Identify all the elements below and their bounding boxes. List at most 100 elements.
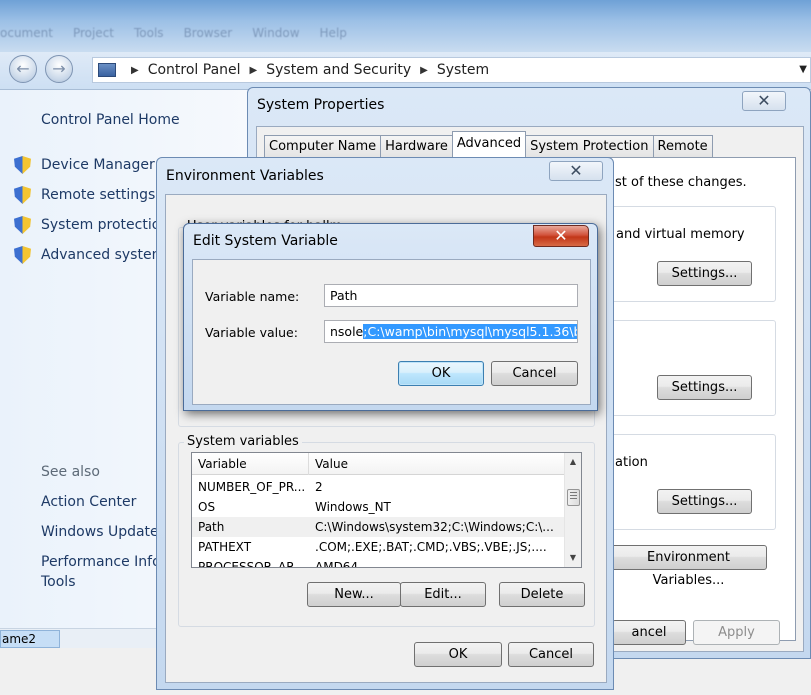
variable-cell: Path [198,520,225,534]
tab-hardware[interactable]: Hardware [380,135,453,157]
uac-shield-icon [14,246,31,264]
edit-system-variable-title: Edit System Variable [193,233,338,249]
scroll-up-arrow-icon[interactable]: ▲ [565,453,581,470]
scroll-down-arrow-icon[interactable]: ▼ [565,549,581,566]
system-properties-title: System Properties [257,97,385,113]
new-variable-button[interactable]: New... [307,582,401,607]
edit-system-variable-body: Variable name: Path Variable value: nsol… [192,259,591,405]
list-header: Variable Value [192,453,566,475]
system-variables-label: System variables [184,434,302,449]
system-properties-apply-button[interactable]: Apply [693,620,780,645]
table-row[interactable]: PATHEXT .COM;.EXE;.BAT;.CMD;.VBS;.VBE;.J… [192,537,566,557]
edit-variable-cancel-button[interactable]: Cancel [491,361,578,386]
startup-recovery-text: ation [615,455,648,470]
task-system-protection[interactable]: System protection [14,216,169,234]
variable-value-label: Variable value: [205,325,298,340]
tab-strip: Computer Name Hardware Advanced System P… [264,131,713,157]
address-field[interactable]: ▶ Control Panel ▶ System and Security ▶ … [92,57,811,83]
menu-item-browser[interactable]: Browser [184,26,233,46]
task-label: Remote settings [41,187,156,203]
performance-settings-button[interactable]: Settings... [657,261,752,286]
control-panel-menubar: ocument Project Tools Browser Window Hel… [0,26,811,46]
breadcrumb-control-panel[interactable]: Control Panel [148,62,241,78]
uac-shield-icon [14,216,31,234]
startup-settings-button[interactable]: Settings... [657,489,752,514]
forward-arrow-icon[interactable]: → [45,55,73,83]
see-also-performance-tools[interactable]: Tools [41,574,76,590]
performance-group [610,206,776,302]
variable-name-input[interactable]: Path [324,284,578,307]
column-header-value[interactable]: Value [309,453,566,475]
breadcrumb-separator-icon[interactable]: ▶ [420,65,428,76]
variable-value-selected-text: ;C:\wamp\bin\mysql\mysql5.1.36\bin [363,324,577,339]
value-cell: .COM;.EXE;.BAT;.CMD;.VBS;.VBE;.JS;.... [315,540,547,554]
task-remote-settings[interactable]: Remote settings [14,186,155,204]
user-profiles-group [610,320,776,416]
delete-variable-button[interactable]: Delete [499,582,585,607]
tab-system-protection[interactable]: System Protection [525,135,654,157]
uac-shield-icon [14,186,31,204]
variable-value-text: nsole [330,324,364,339]
value-cell: AMD64 [315,560,359,568]
scroll-thumb[interactable] [567,489,580,506]
chevron-down-icon[interactable]: ▼ [799,64,807,75]
see-also-heading: See also [41,464,100,480]
variable-cell: PROCESSOR_AR... [198,560,306,568]
control-panel-home-link[interactable]: Control Panel Home [41,112,180,128]
value-cell: 2 [315,480,323,494]
breadcrumb-separator-icon[interactable]: ▶ [250,65,258,76]
breadcrumb-system[interactable]: System [437,62,489,78]
variable-cell: NUMBER_OF_PR... [198,480,306,494]
variable-cell: OS [198,500,216,514]
close-icon[interactable]: ✕ [533,225,589,247]
variable-cell: PATHEXT [198,540,252,554]
table-row[interactable]: OS Windows_NT [192,497,566,517]
variable-name-label: Variable name: [205,289,300,304]
menu-item-tools[interactable]: Tools [134,26,164,46]
close-icon[interactable]: ✕ [742,91,786,111]
computer-icon [98,63,116,77]
breadcrumb-system-and-security[interactable]: System and Security [266,62,411,78]
edit-system-variable-dialog: Edit System Variable ✕ Variable name: Pa… [183,223,598,411]
menu-item-project[interactable]: Project [73,26,114,46]
admin-notice-text: st of these changes. [615,175,747,190]
system-properties-cancel-button[interactable]: ancel [612,620,686,645]
environment-variables-button[interactable]: Environment Variables... [610,545,767,588]
tab-remote[interactable]: Remote [652,135,713,157]
see-also-performance-info[interactable]: Performance Info [41,554,161,570]
value-cell: Windows_NT [315,500,391,514]
tab-advanced[interactable]: Advanced [451,131,527,157]
variable-value-input[interactable]: nsole;C:\wamp\bin\mysql\mysql5.1.36\bin [324,320,578,343]
table-row[interactable]: PROCESSOR_AR... AMD64 [192,557,566,568]
task-label: Device Manager [41,157,155,173]
environment-variables-cancel-button[interactable]: Cancel [508,642,594,667]
see-also-action-center[interactable]: Action Center [41,494,136,510]
performance-text: and virtual memory [616,227,745,242]
startup-recovery-group [610,434,776,530]
task-advanced-system-settings[interactable]: Advanced system [14,246,165,264]
tab-computer-name[interactable]: Computer Name [264,135,382,157]
table-row[interactable]: Path C:\Windows\system32;C:\Windows;C:\.… [192,517,566,537]
environment-variables-title: Environment Variables [166,168,324,184]
breadcrumb-separator-icon[interactable]: ▶ [131,65,139,76]
see-also-windows-update[interactable]: Windows Update [41,524,159,540]
menu-item-window[interactable]: Window [252,26,299,46]
edit-variable-ok-button[interactable]: OK [398,361,484,386]
environment-variables-ok-button[interactable]: OK [414,642,502,667]
uac-shield-icon [14,156,31,174]
menu-item-help[interactable]: Help [320,26,347,46]
menu-item-document[interactable]: ocument [0,26,53,46]
table-row[interactable]: NUMBER_OF_PR... 2 [192,477,566,497]
edit-variable-button[interactable]: Edit... [400,582,486,607]
value-cell: C:\Windows\system32;C:\Windows;C:\... [315,520,554,534]
system-variables-list[interactable]: Variable Value NUMBER_OF_PR... 2 OS Wind… [191,452,582,568]
close-icon[interactable]: ✕ [549,161,603,181]
column-header-variable[interactable]: Variable [192,453,309,475]
task-label: Advanced system [41,247,166,263]
task-device-manager[interactable]: Device Manager [14,156,155,174]
taskbar-item[interactable]: ame2 [0,630,60,648]
task-label: System protection [41,217,170,233]
vertical-scrollbar[interactable]: ▲ ▼ [564,453,581,567]
back-arrow-icon[interactable]: ← [9,55,37,83]
user-profiles-settings-button[interactable]: Settings... [657,375,752,400]
